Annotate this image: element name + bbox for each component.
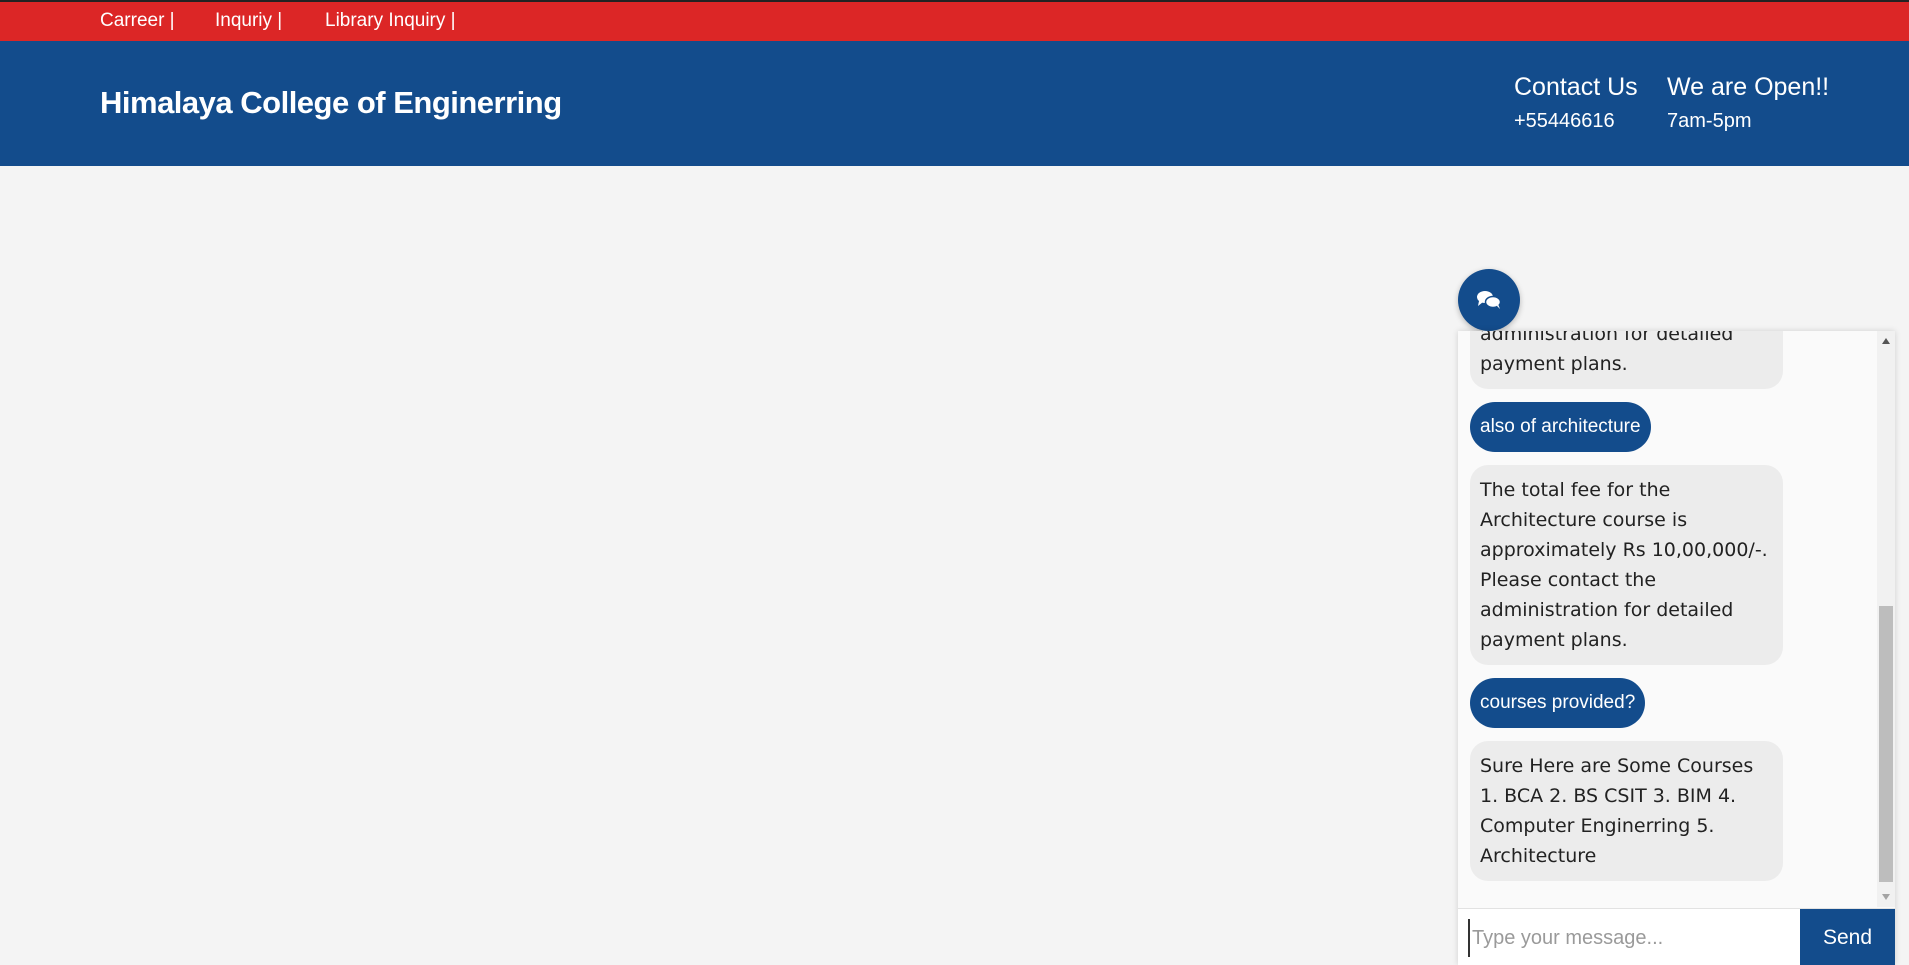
chat-panel: Please contact the administration for de… xyxy=(1458,331,1895,965)
user-message: courses provided? xyxy=(1470,678,1646,728)
scroll-thumb[interactable] xyxy=(1879,606,1893,882)
contact-block: Contact Us +55446616 xyxy=(1514,73,1638,133)
chat-bubbles-icon xyxy=(1477,291,1502,309)
scroll-up-arrow-icon[interactable] xyxy=(1882,338,1890,344)
inquiry-link[interactable]: Inquriy | xyxy=(215,10,282,32)
library-inquiry-link[interactable]: Library Inquiry | xyxy=(325,10,456,32)
site-header: Himalaya College of Enginerring Contact … xyxy=(0,41,1909,166)
chat-composer: Send xyxy=(1458,908,1895,965)
user-message: also of architecture xyxy=(1470,402,1651,452)
top-link-bar: Carreer | Inquriy | Library Inquiry | xyxy=(0,0,1909,41)
send-button[interactable]: Send xyxy=(1800,909,1895,965)
message-list: Please contact the administration for de… xyxy=(1470,331,1870,894)
chat-toggle-button[interactable] xyxy=(1458,269,1520,331)
chat-scrollbar[interactable] xyxy=(1877,331,1895,907)
career-link[interactable]: Carreer | xyxy=(100,10,175,32)
contact-phone: +55446616 xyxy=(1514,110,1615,132)
bot-message: Sure Here are Some Courses 1. BCA 2. BS … xyxy=(1470,741,1783,881)
site-title[interactable]: Himalaya College of Enginerring xyxy=(100,85,562,121)
bot-message: Please contact the administration for de… xyxy=(1470,331,1783,389)
hours-block: We are Open!! 7am-5pm xyxy=(1667,73,1829,133)
hours-title: We are Open!! xyxy=(1667,73,1830,101)
scroll-down-arrow-icon[interactable] xyxy=(1882,894,1890,900)
bot-message: The total fee for the Architecture cours… xyxy=(1470,465,1783,665)
contact-title: Contact Us xyxy=(1514,73,1638,101)
chat-messages[interactable]: Please contact the administration for de… xyxy=(1458,331,1877,907)
hours-value: 7am-5pm xyxy=(1667,110,1752,132)
message-input[interactable] xyxy=(1468,919,1794,957)
